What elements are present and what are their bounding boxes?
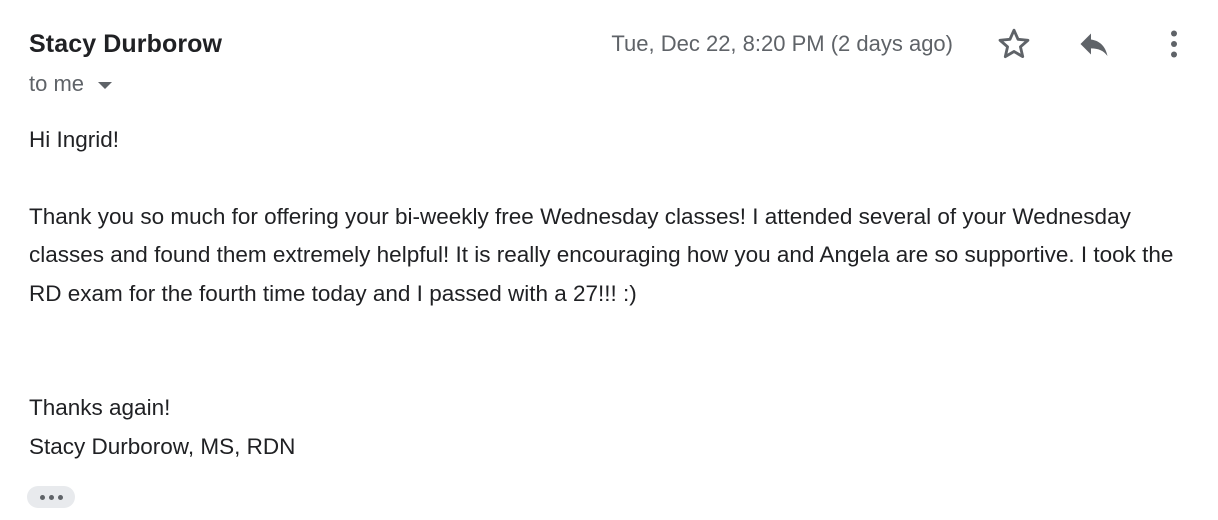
star-button[interactable] xyxy=(992,22,1036,66)
body-paragraph: Thank you so much for offering your bi-w… xyxy=(29,203,1174,306)
chevron-down-icon xyxy=(98,81,113,89)
recipient-label: to me xyxy=(29,71,85,96)
signature: Stacy Durborow, MS, RDN xyxy=(29,433,296,459)
email-body: Hi Ingrid! Thank you so much for offerin… xyxy=(29,121,1189,466)
reply-icon xyxy=(1080,33,1108,56)
sender-name: Stacy Durborow xyxy=(29,30,223,58)
ellipsis-icon xyxy=(39,494,45,500)
star-icon xyxy=(998,28,1030,59)
greeting: Hi Ingrid! xyxy=(29,127,120,152)
email-date: Tue, Dec 22, 8:20 PM (2 days ago) xyxy=(611,31,953,56)
more-vert-icon xyxy=(1171,30,1177,58)
reply-button[interactable] xyxy=(1072,22,1116,66)
recipient-details-toggle[interactable]: to me xyxy=(29,71,113,97)
more-options-button[interactable] xyxy=(1152,22,1196,66)
closing: Thanks again! xyxy=(29,395,171,420)
email-header: Stacy Durborow to me Tue, Dec 22, 8:20 P… xyxy=(0,0,1218,110)
show-trimmed-content-button[interactable] xyxy=(27,486,75,508)
